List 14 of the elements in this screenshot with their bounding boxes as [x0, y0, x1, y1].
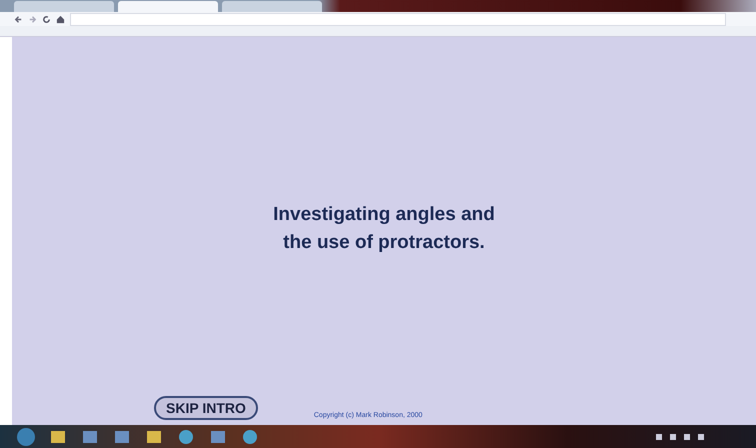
- folder-icon[interactable]: [50, 428, 66, 444]
- app-icon[interactable]: [210, 428, 226, 444]
- skip-intro-button[interactable]: SKIP INTRO: [154, 396, 258, 420]
- home-icon[interactable]: [56, 14, 65, 24]
- folder-icon[interactable]: [146, 428, 162, 444]
- browser-icon[interactable]: [242, 428, 258, 444]
- start-icon[interactable]: [16, 426, 36, 446]
- app-icon[interactable]: [82, 428, 98, 444]
- reload-icon[interactable]: [42, 14, 51, 24]
- browser-icon[interactable]: [178, 428, 194, 444]
- page-title: Investigating angles and the use of protractors.: [273, 203, 495, 255]
- back-icon[interactable]: [14, 14, 23, 24]
- forward-icon[interactable]: [28, 14, 37, 24]
- app-icon[interactable]: [114, 428, 130, 444]
